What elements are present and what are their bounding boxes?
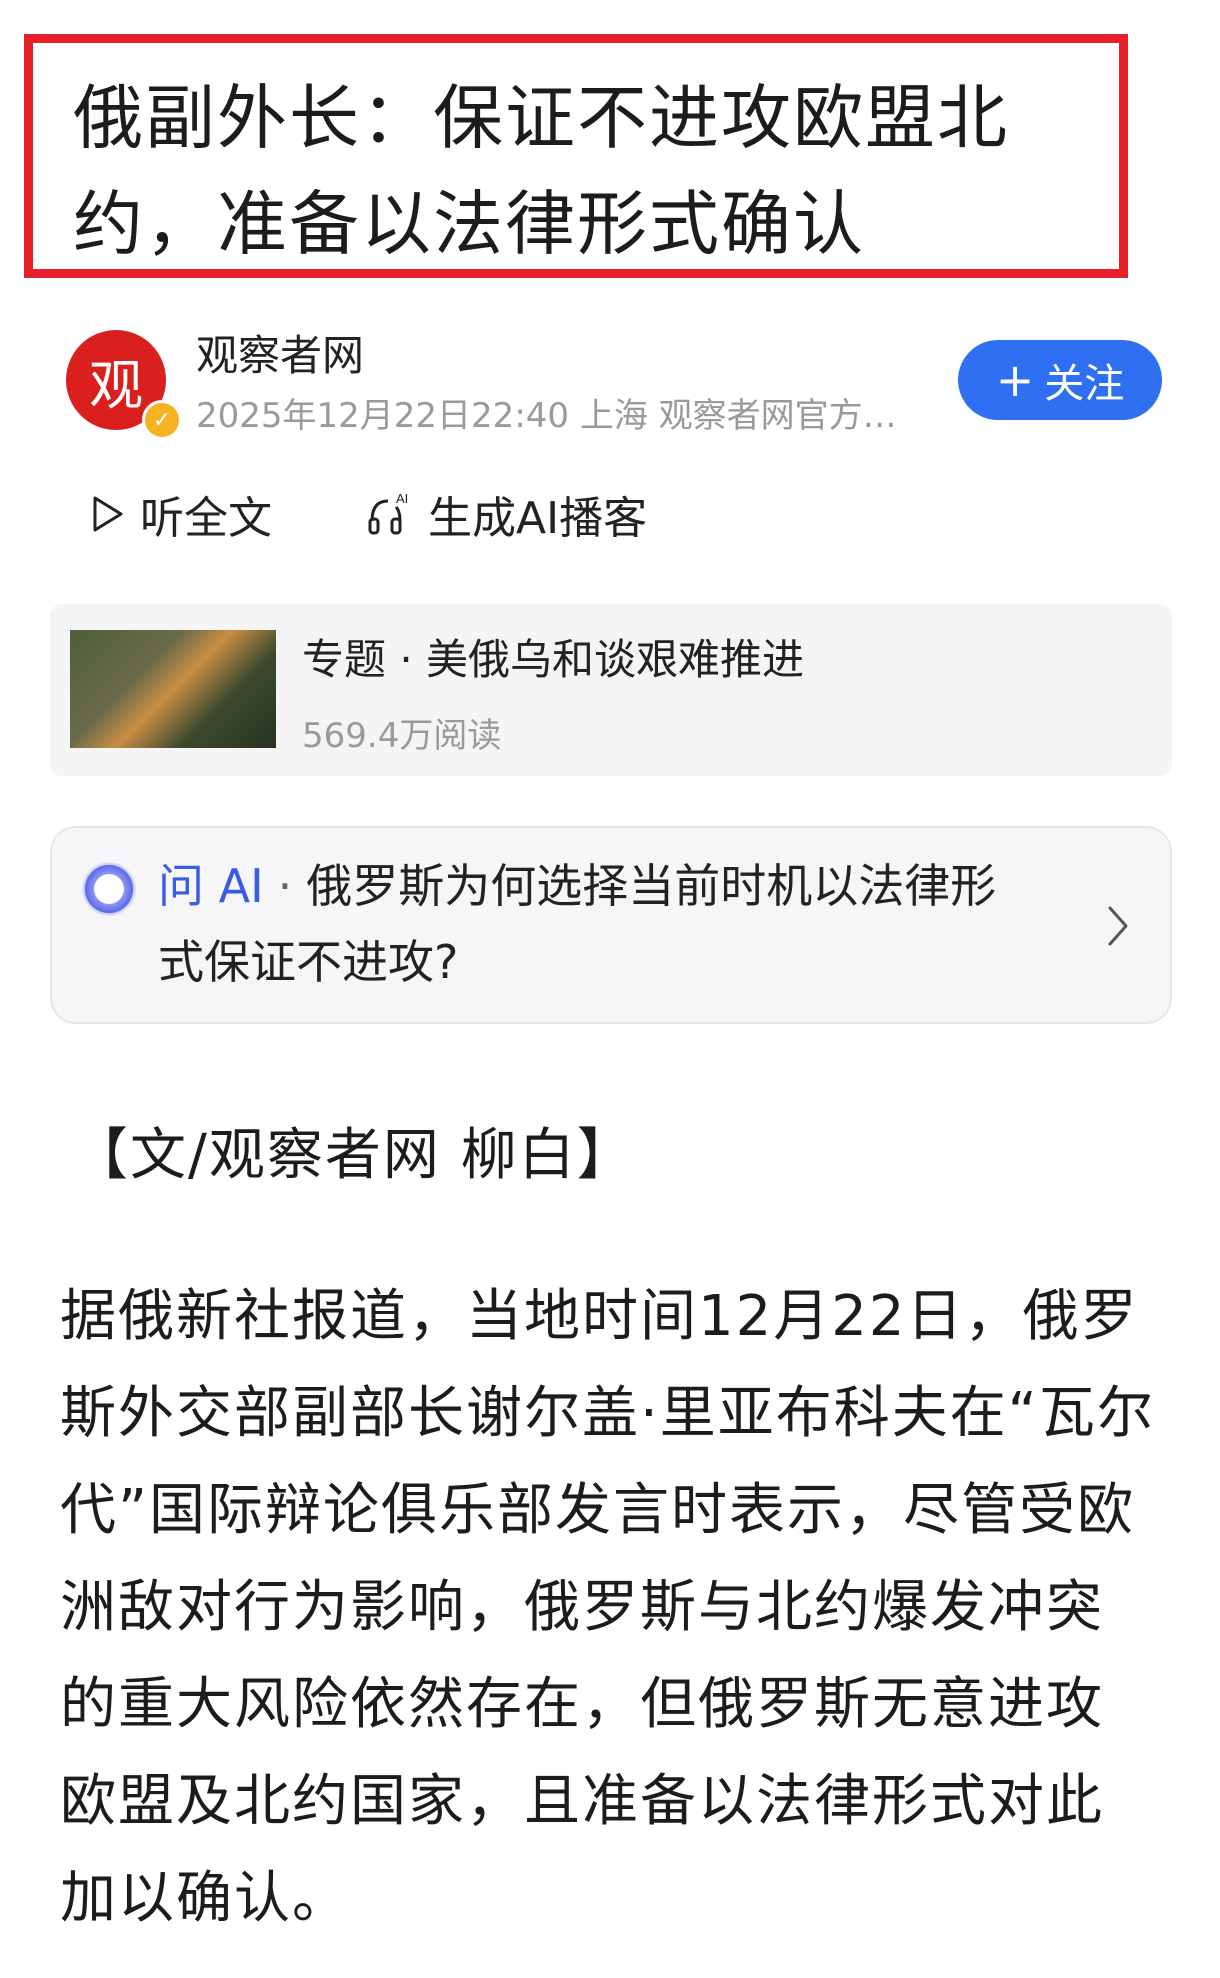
ask-ai-separator: · xyxy=(277,859,293,913)
article-body: 据俄新社报道，当地时间12月22日，俄罗斯外交部副部长谢尔盖·里亚布科夫在“瓦尔… xyxy=(60,1284,1155,1931)
topic-title: 专题 · 美俄乌和谈艰难推进 xyxy=(302,635,805,684)
headphones-ai-icon: AI xyxy=(366,491,414,537)
article-headline: 俄副外长：保证不进攻欧盟北约，准备以法律形式确认 xyxy=(73,77,1009,265)
ai-logo-icon xyxy=(82,862,136,916)
listen-full-button[interactable]: 听全文 xyxy=(90,482,272,546)
topic-read-count: 569.4万阅读 xyxy=(302,716,502,756)
play-icon xyxy=(90,494,126,534)
ask-ai-label: 问 AI xyxy=(158,859,264,913)
ask-ai-text: 问 AI · 俄罗斯为何选择当前时机以法律形式保证不进攻? xyxy=(158,848,1028,1000)
source-name[interactable]: 观察者网 xyxy=(196,322,364,383)
byline: 【文/观察者网 柳白】 xyxy=(72,1123,635,1188)
verified-badge-icon: ✓ xyxy=(142,400,182,440)
topic-card[interactable]: 专题 · 美俄乌和谈艰难推进 569.4万阅读 xyxy=(50,604,1172,776)
avatar-text: 观 xyxy=(89,353,143,417)
topic-thumbnail xyxy=(70,630,276,748)
plus-icon: + xyxy=(995,353,1035,407)
article-actions: 听全文 AI 生成AI播客 xyxy=(0,472,1220,552)
podcast-label: 生成AI播客 xyxy=(428,493,648,544)
ask-ai-card[interactable]: 问 AI · 俄罗斯为何选择当前时机以法律形式保证不进攻? xyxy=(50,826,1172,1024)
author-row: 观 ✓ 观察者网 2025年12月22日22:40 上海 观察者网官方… + 关… xyxy=(0,300,1220,460)
ai-badge-text: AI xyxy=(396,491,408,506)
headline-highlight-box: 俄副外长：保证不进攻欧盟北约，准备以法律形式确认 xyxy=(24,34,1128,278)
chevron-right-icon xyxy=(1106,904,1130,952)
follow-label: 关注 xyxy=(1044,361,1125,407)
publish-meta: 2025年12月22日22:40 上海 观察者网官方… xyxy=(196,396,897,436)
listen-label: 听全文 xyxy=(140,493,272,544)
follow-button[interactable]: + 关注 xyxy=(958,340,1162,420)
generate-podcast-button[interactable]: AI 生成AI播客 xyxy=(366,482,647,546)
